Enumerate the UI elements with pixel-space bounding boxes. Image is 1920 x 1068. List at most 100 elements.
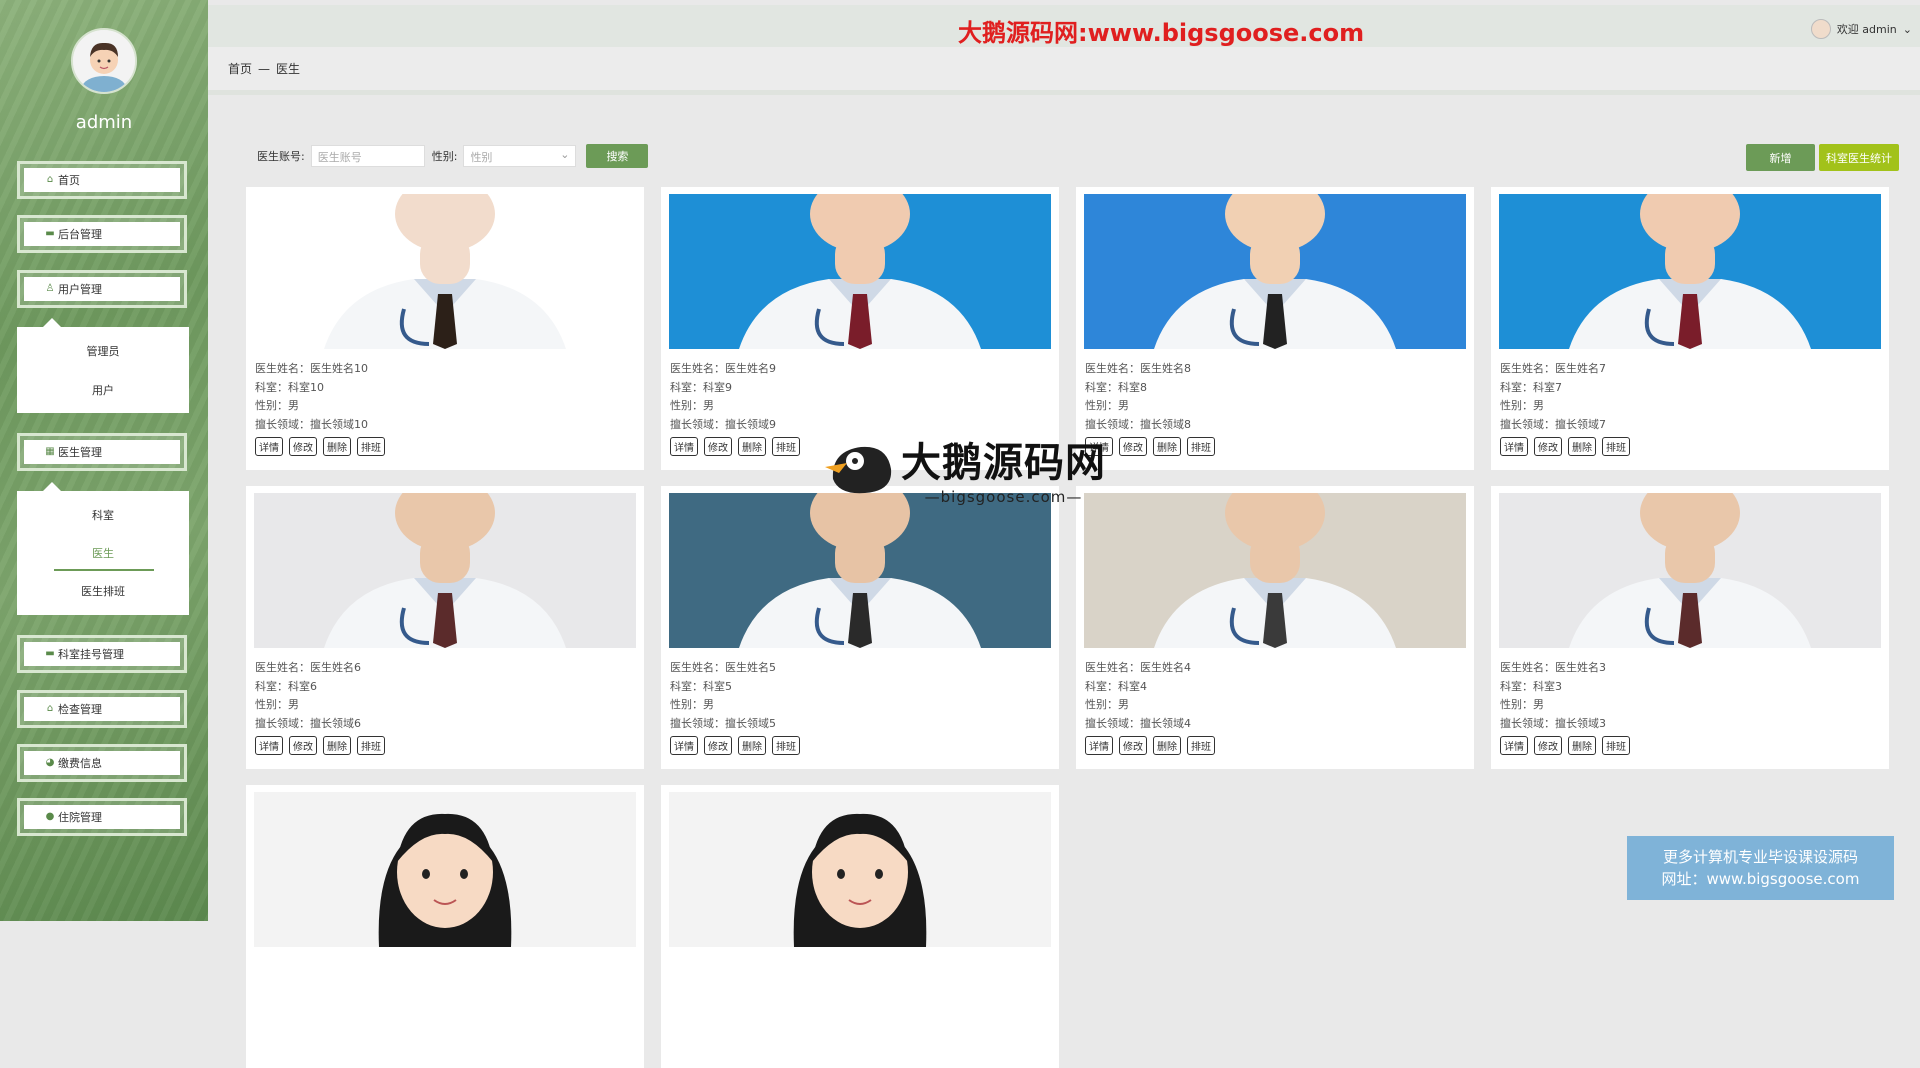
schedule-button[interactable]: 排班 [1187,437,1215,456]
schedule-button[interactable]: 排班 [357,736,385,755]
doctor-card[interactable]: 医生姓名： 科室： 性别： 擅长领域： 详情 修改 删除 排班 [246,785,644,1068]
user-icon: ♙ [45,283,55,294]
name-label: 医生姓名： [1500,362,1555,375]
edit-button[interactable]: 修改 [1534,736,1562,755]
doctor-photo[interactable] [254,493,636,648]
delete-button[interactable]: 删除 [323,736,351,755]
detail-button[interactable]: 详情 [670,437,698,456]
submenu-item-doctor[interactable]: 医生 [17,545,189,561]
dept-label: 科室： [255,380,288,394]
schedule-button[interactable]: 排班 [1602,736,1630,755]
edit-button[interactable]: 修改 [704,437,732,456]
menu-dept-registration[interactable]: ▬ 科室挂号管理 [17,635,187,673]
doctor-name: 医生姓名9 [725,362,776,375]
admin-avatar[interactable] [71,28,137,94]
gender-label: 性别： [670,399,703,412]
delete-button[interactable]: 删除 [738,736,766,755]
menu-payment-info[interactable]: ◕ 缴费信息 [17,744,187,782]
menu-doctor-management[interactable]: ▦ 医生管理 [17,433,187,471]
breadcrumb-bar: 首页 — 医生 [208,47,1920,95]
add-button[interactable]: 新增 [1746,144,1815,171]
doctor-name: 医生姓名4 [1140,661,1191,674]
doctor-card[interactable]: 医生姓名：医生姓名4 科室：科室4 性别：男 擅长领域：擅长领域4 详情 修改 … [1076,486,1474,769]
menu-label: 检查管理 [58,703,102,716]
doctor-photo[interactable] [1499,493,1881,648]
submenu-item-department[interactable]: 科室 [17,507,189,523]
doctor-name: 医生姓名7 [1555,362,1606,375]
breadcrumb-home[interactable]: 首页 [228,62,252,76]
menu-label: 住院管理 [58,811,102,824]
doctor-card[interactable]: 医生姓名：医生姓名7 科室：科室7 性别：男 擅长领域：擅长领域7 详情 修改 … [1491,187,1889,470]
doctor-dept: 科室4 [1118,679,1147,693]
doctor-dept: 科室10 [288,380,324,394]
edit-button[interactable]: 修改 [289,736,317,755]
active-underline [54,569,154,571]
schedule-button[interactable]: 排班 [1602,437,1630,456]
name-label: 医生姓名： [670,661,725,674]
detail-button[interactable]: 详情 [670,736,698,755]
detail-button[interactable]: 详情 [1085,736,1113,755]
submenu-item-admin[interactable]: 管理员 [17,343,189,359]
schedule-button[interactable]: 排班 [357,437,385,456]
doctor-info: 医生姓名：医生姓名7 科室：科室7 性别：男 擅长领域：擅长领域7 [1500,360,1606,434]
account-label: 医生账号: [257,150,305,163]
doctor-card[interactable]: 医生姓名：医生姓名9 科室：科室9 性别：男 擅长领域：擅长领域9 详情 修改 … [661,187,1059,470]
delete-button[interactable]: 删除 [1153,437,1181,456]
doctor-photo[interactable] [1084,493,1466,648]
doctor-account-input[interactable]: 医生账号 [310,145,425,167]
doctor-dept: 科室5 [703,679,732,693]
menu-exam-management[interactable]: ⌂ 检查管理 [17,690,187,728]
doctor-card[interactable]: 医生姓名： 科室： 性别： 擅长领域： 详情 修改 删除 排班 [661,785,1059,1068]
menu-user-management[interactable]: ♙ 用户管理 [17,270,187,308]
doctor-card[interactable]: 医生姓名：医生姓名3 科室：科室3 性别：男 擅长领域：擅长领域3 详情 修改 … [1491,486,1889,769]
center-watermark: 大鹅源码网 —bigsgoose.com— [825,430,1106,506]
gender-label: 性别： [1085,399,1118,412]
gender-select[interactable]: 性别 ⌄ [463,145,577,167]
doctor-info: 医生姓名：医生姓名10 科室：科室10 性别：男 擅长领域：擅长领域10 [255,360,368,434]
delete-button[interactable]: 删除 [1153,736,1181,755]
detail-button[interactable]: 详情 [1500,437,1528,456]
breadcrumb: 首页 — 医生 [228,60,300,77]
schedule-button[interactable]: 排班 [772,736,800,755]
dept-doctor-stats-button[interactable]: 科室医生统计 [1819,144,1899,171]
delete-button[interactable]: 删除 [1568,736,1596,755]
delete-button[interactable]: 删除 [738,437,766,456]
edit-button[interactable]: 修改 [1534,437,1562,456]
doctor-specialty: 擅长领域5 [725,716,776,730]
edit-button[interactable]: 修改 [704,736,732,755]
edit-button[interactable]: 修改 [289,437,317,456]
card-actions: 详情 修改 删除 排班 [1500,736,1630,755]
doctor-card[interactable]: 医生姓名：医生姓名8 科室：科室8 性别：男 擅长领域：擅长领域8 详情 修改 … [1076,187,1474,470]
doctor-name: 医生姓名6 [310,661,361,674]
schedule-button[interactable]: 排班 [1187,736,1215,755]
doctor-card[interactable]: 医生姓名：医生姓名5 科室：科室5 性别：男 擅长领域：擅长领域5 详情 修改 … [661,486,1059,769]
edit-button[interactable]: 修改 [1119,437,1147,456]
search-button[interactable]: 搜索 [586,144,649,168]
detail-button[interactable]: 详情 [255,437,283,456]
doctor-photo[interactable] [1084,194,1466,349]
doctor-dept: 科室8 [1118,380,1147,394]
doctor-photo[interactable] [1499,194,1881,349]
gender-label: 性别： [670,698,703,711]
detail-button[interactable]: 详情 [255,736,283,755]
doctor-photo[interactable] [669,194,1051,349]
menu-backend-management[interactable]: ▬ 后台管理 [17,215,187,253]
menu-home[interactable]: ⌂ 首页 [17,161,187,199]
doctor-photo[interactable] [669,493,1051,648]
edit-button[interactable]: 修改 [1119,736,1147,755]
detail-button[interactable]: 详情 [1500,736,1528,755]
delete-button[interactable]: 删除 [1568,437,1596,456]
doctor-card[interactable]: 医生姓名：医生姓名10 科室：科室10 性别：男 擅长领域：擅长领域10 详情 … [246,187,644,470]
doctor-photo[interactable] [254,792,636,947]
delete-button[interactable]: 删除 [323,437,351,456]
submenu-item-doctor-schedule[interactable]: 医生排班 [17,583,189,599]
schedule-button[interactable]: 排班 [772,437,800,456]
menu-inpatient-management[interactable]: ● 住院管理 [17,798,187,836]
name-label: 医生姓名： [670,362,725,375]
doctor-photo[interactable] [254,194,636,349]
doctor-card[interactable]: 医生姓名：医生姓名6 科室：科室6 性别：男 擅长领域：擅长领域6 详情 修改 … [246,486,644,769]
doctor-photo[interactable] [669,792,1051,947]
specialty-label: 擅长领域： [255,417,310,431]
welcome-dropdown[interactable]: 欢迎 admin ⌄ [1810,19,1912,39]
submenu-item-user[interactable]: 用户 [17,382,189,398]
